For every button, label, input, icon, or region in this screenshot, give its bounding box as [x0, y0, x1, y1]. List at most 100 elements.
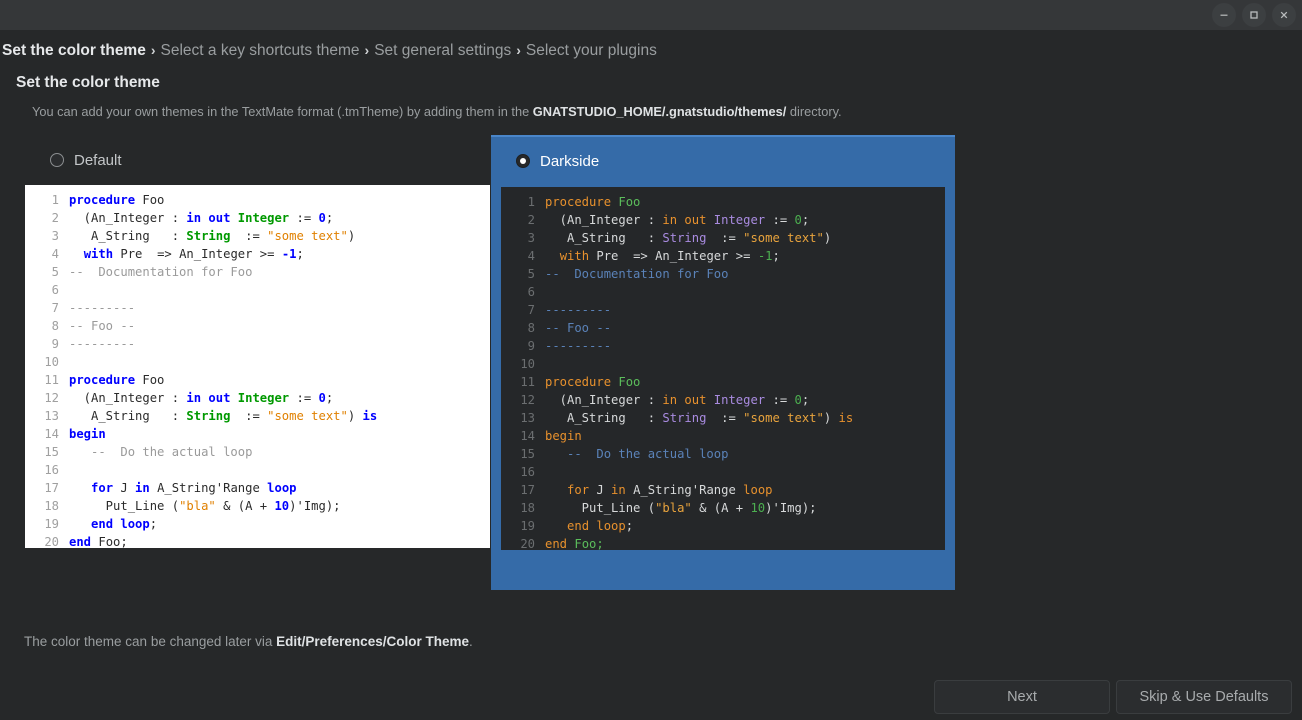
- line-number: 15: [520, 447, 535, 461]
- breadcrumb-item-2[interactable]: Select a key shortcuts theme: [161, 42, 360, 60]
- code-line-text: A_String : String := "some text") is: [545, 409, 853, 427]
- code-token: A_String :: [545, 231, 663, 245]
- code-token: Put_Line (: [545, 501, 656, 515]
- line-number: 12: [44, 391, 59, 405]
- code-token: Foo: [135, 373, 165, 387]
- code-token: for: [567, 483, 590, 497]
- code-line: 18 Put_Line ("bla" & (A + 10)'Img);: [25, 497, 490, 515]
- radio-darkside-icon[interactable]: [516, 154, 530, 168]
- code-token: in out: [186, 391, 231, 405]
- code-line: 2 (An_Integer : in out Integer := 0;: [25, 209, 490, 227]
- code-token: ---------: [545, 303, 612, 317]
- code-line-text: Put_Line ("bla" & (A + 10)'Img);: [545, 499, 817, 517]
- code-token: for: [91, 481, 114, 495]
- code-token: ;: [801, 213, 810, 227]
- code-token: "some text": [743, 411, 824, 425]
- line-number: 7: [527, 303, 535, 317]
- minimize-button[interactable]: [1212, 3, 1236, 27]
- skip-use-defaults-button[interactable]: Skip & Use Defaults: [1116, 680, 1292, 714]
- code-token: loop: [743, 483, 773, 497]
- code-token: ): [823, 411, 839, 425]
- theme-card-default[interactable]: Default 1 procedure Foo 2 (An_Integer : in…: [25, 135, 490, 548]
- code-line: 1 procedure Foo: [25, 191, 490, 209]
- code-token: in out: [186, 211, 231, 225]
- close-button[interactable]: [1272, 3, 1296, 27]
- code-token: 0: [794, 213, 802, 227]
- code-token: Put_Line (: [69, 499, 180, 513]
- code-token: (An_Integer :: [69, 211, 187, 225]
- code-line-text: procedure Foo: [69, 191, 164, 209]
- code-line-text: with Pre => An_Integer >= -1;: [545, 247, 780, 265]
- code-token: ;: [625, 519, 634, 533]
- footer-note-path: Edit/Preferences/Color Theme: [276, 634, 469, 649]
- code-token: -- Foo --: [69, 319, 136, 333]
- theme-label-darkside: Darkside: [540, 152, 600, 170]
- code-line-text: end Foo;: [69, 533, 128, 548]
- code-line-text: A_String : String := "some text") is: [69, 407, 377, 425]
- line-number: 19: [520, 519, 535, 533]
- theme-card-darkside[interactable]: Darkside 1 procedure Foo 2 (An_Integer : i…: [491, 135, 955, 590]
- breadcrumb-item-4[interactable]: Select your plugins: [526, 42, 657, 60]
- code-token: -1: [757, 249, 773, 263]
- code-token: Pre => An_Integer >=: [589, 249, 758, 263]
- code-line-text: (An_Integer : in out Integer := 0;: [545, 391, 810, 409]
- code-token: 10: [274, 499, 290, 513]
- code-token: begin: [545, 429, 582, 443]
- code-line: 3 A_String : String := "some text"): [501, 229, 945, 247]
- code-token: "bla": [179, 499, 216, 513]
- wizard-button-bar: Next Skip & Use Defaults: [0, 674, 1302, 720]
- code-token: :=: [706, 231, 744, 245]
- code-token: ;: [296, 247, 304, 261]
- footer-note-pre: The color theme can be changed later via: [24, 634, 277, 649]
- breadcrumb-item-1[interactable]: Set the color theme: [2, 42, 146, 60]
- code-token: :=: [230, 229, 268, 243]
- theme-option-darkside[interactable]: Darkside: [491, 135, 955, 185]
- code-line-text: ---------: [69, 335, 135, 353]
- code-line-text: ---------: [69, 299, 135, 317]
- code-line: 6: [501, 283, 945, 301]
- code-line: 8 -- Foo --: [501, 319, 945, 337]
- breadcrumb: Set the color theme › Select a key shortcu…: [0, 30, 1302, 60]
- line-number: 7: [51, 301, 59, 315]
- next-button[interactable]: Next: [934, 680, 1110, 714]
- code-token: :=: [230, 409, 268, 423]
- line-number: 12: [520, 393, 535, 407]
- code-token: (An_Integer :: [545, 213, 663, 227]
- line-number: 10: [44, 355, 59, 369]
- code-line: 2 (An_Integer : in out Integer := 0;: [501, 211, 945, 229]
- line-number: 5: [527, 267, 535, 281]
- line-number: 8: [51, 319, 59, 333]
- code-token: -- Documentation for Foo: [69, 265, 253, 279]
- code-line-text: A_String : String := "some text"): [69, 227, 355, 245]
- code-token: 0: [318, 391, 326, 405]
- code-token: 10: [750, 501, 766, 515]
- maximize-button[interactable]: [1242, 3, 1266, 27]
- breadcrumb-separator-icon: ›: [150, 42, 156, 58]
- line-number: 16: [44, 463, 59, 477]
- code-token: 0: [318, 211, 326, 225]
- code-token: )'Img);: [289, 499, 341, 513]
- code-token: with: [559, 249, 590, 263]
- line-number: 17: [44, 481, 59, 495]
- code-line: 17 for J in A_String'Range loop: [501, 481, 945, 499]
- line-number: 3: [51, 229, 59, 243]
- code-line: 12 (An_Integer : in out Integer := 0;: [25, 389, 490, 407]
- footer-note: The color theme can be changed later via…: [0, 620, 1302, 649]
- line-number: 20: [520, 537, 535, 550]
- window-titlebar: [0, 0, 1302, 30]
- theme-option-default[interactable]: Default: [25, 135, 490, 185]
- line-number: 3: [527, 231, 535, 245]
- line-number: 9: [51, 337, 59, 351]
- breadcrumb-item-3[interactable]: Set general settings: [374, 42, 511, 60]
- code-token: String: [662, 231, 707, 245]
- code-line: 18 Put_Line ("bla" & (A + 10)'Img);: [501, 499, 945, 517]
- code-line: 14 begin: [501, 427, 945, 445]
- code-preview-darkside: 1 procedure Foo 2 (An_Integer : in out Int…: [501, 187, 945, 550]
- code-token: String: [186, 409, 231, 423]
- code-line: 8 -- Foo --: [25, 317, 490, 335]
- radio-default-icon[interactable]: [50, 153, 64, 167]
- code-token: "some text": [267, 409, 348, 423]
